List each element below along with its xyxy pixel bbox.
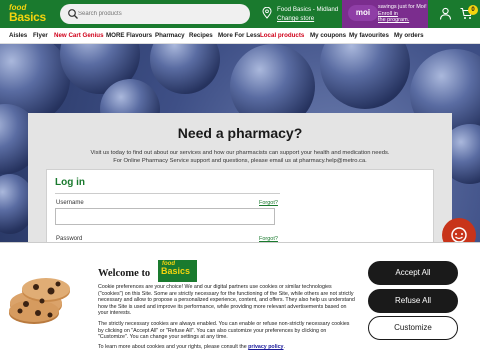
food-basics-logo-small: food Basics xyxy=(158,260,197,282)
search-input[interactable] xyxy=(78,6,243,22)
nav-item-local-products[interactable]: Local products xyxy=(260,32,304,39)
cart-count-badge: 0 xyxy=(468,5,478,15)
food-basics-logo[interactable]: food Basics xyxy=(9,4,49,25)
store-name: Food Basics - Midland xyxy=(277,6,339,13)
refuse-all-button[interactable]: Refuse All xyxy=(368,289,458,313)
customize-button[interactable]: Customize xyxy=(368,316,458,340)
location-pin-icon xyxy=(262,7,272,19)
nav-item-pharmacy[interactable]: Pharmacy xyxy=(155,32,185,39)
nav-item-recipes[interactable]: Recipes xyxy=(189,32,213,39)
search-bar[interactable] xyxy=(60,4,250,24)
nav-item-my-favourites[interactable]: My favourites xyxy=(349,32,389,39)
pharmacy-title: Need a pharmacy? xyxy=(177,125,303,141)
nav-item-aisles[interactable]: Aisles xyxy=(9,32,27,39)
blueberry xyxy=(320,44,410,109)
cookies-image xyxy=(9,278,70,324)
privacy-text-prefix: To learn more about cookies and your rig… xyxy=(98,344,249,350)
username-field[interactable] xyxy=(55,208,275,225)
cookie-settings-text: The strictly necessary cookies are alway… xyxy=(98,321,350,341)
user-icon[interactable] xyxy=(439,7,452,20)
forgot-username-link[interactable]: Forgot? xyxy=(259,200,278,206)
moi-badge: moi xyxy=(348,5,378,21)
main-nav: Aisles Flyer New Cart Genius MORE Flavou… xyxy=(0,28,480,44)
cookie-consent-banner: Welcome to food Basics Cookie preference… xyxy=(0,242,480,360)
username-label: Username xyxy=(56,200,84,206)
login-title: Log in xyxy=(55,177,85,188)
moi-enroll-link-2[interactable]: the program. xyxy=(378,17,409,23)
nav-item-more-flavours[interactable]: MORE Flavours xyxy=(106,32,152,39)
privacy-policy-link[interactable]: privacy policy xyxy=(248,344,283,350)
blueberry xyxy=(150,44,220,94)
nav-item-my-orders[interactable]: My orders xyxy=(394,32,424,39)
pharmacy-support-text: For Online Pharmacy Service support and … xyxy=(113,158,367,164)
logo-line-2: Basics xyxy=(9,9,46,24)
moi-promo-text: savings just for Moi! xyxy=(378,4,427,10)
cookie-banner-title: Welcome to xyxy=(98,268,151,279)
moi-promo[interactable]: moi savings just for Moi! Enroll in the … xyxy=(342,0,428,28)
cookie-privacy-text: To learn more about cookies and your rig… xyxy=(98,344,356,351)
change-store-link[interactable]: Change store xyxy=(277,15,314,22)
logo-line-2: Basics xyxy=(161,266,191,277)
nav-item-cart-genius[interactable]: New Cart Genius xyxy=(54,32,104,39)
privacy-text-suffix: . xyxy=(283,344,285,350)
divider xyxy=(55,193,280,194)
nav-item-my-coupons[interactable]: My coupons xyxy=(310,32,346,39)
nav-item-flyer[interactable]: Flyer xyxy=(33,32,48,39)
site-header: food Basics Food Basics - Midland Change… xyxy=(0,0,480,28)
cookie-description: Cookie preferences are your choice! We a… xyxy=(98,284,355,317)
nav-item-more-for-less[interactable]: More For Less xyxy=(218,32,260,39)
pharmacy-description: Visit us today to find out about our ser… xyxy=(90,150,390,156)
accept-all-button[interactable]: Accept All xyxy=(368,261,458,285)
store-selector[interactable]: Food Basics - Midland Change store xyxy=(262,5,342,25)
